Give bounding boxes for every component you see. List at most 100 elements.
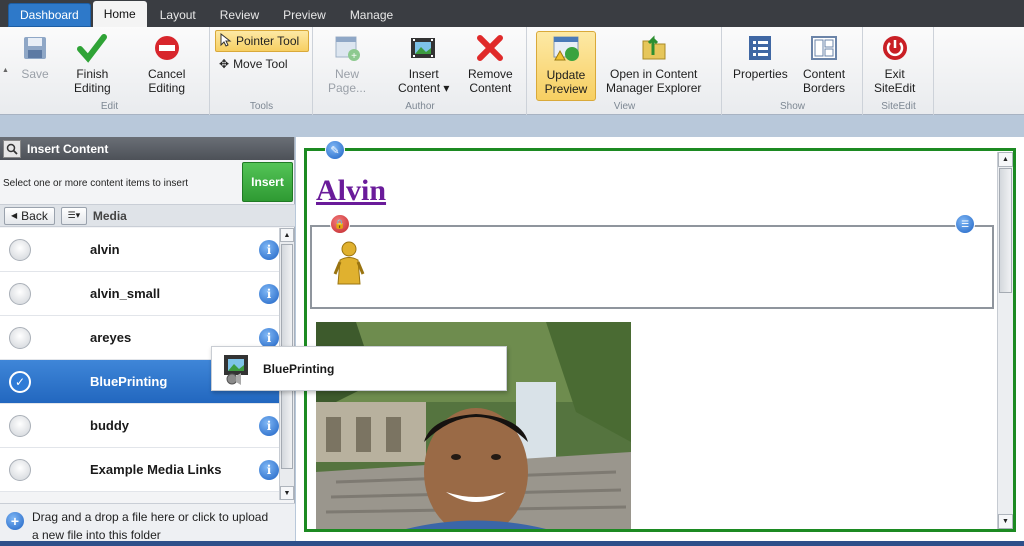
ribbon-divider-strip (0, 116, 1024, 136)
group-label-author: Author (405, 101, 435, 112)
open-cme-label-1: Open in Content (609, 67, 698, 81)
list-item[interactable]: buddy i (0, 404, 279, 448)
tab-review[interactable]: Review (209, 3, 270, 27)
bottom-border (0, 541, 1024, 546)
preview-scrollbar[interactable]: ▲ ▼ (997, 152, 1013, 529)
ribbon-collapse-icon[interactable]: ▲ (2, 67, 9, 74)
radio-button[interactable] (9, 282, 31, 305)
info-icon[interactable]: i (259, 239, 279, 260)
lock-icon[interactable]: 🔒 (330, 214, 350, 234)
person-icon (333, 240, 365, 286)
view-options-button[interactable]: ☰▾ (60, 206, 87, 225)
insert-content-panel: Insert Content Select one or more conten… (0, 137, 295, 546)
move-arrows-icon: ✥ (219, 57, 230, 71)
edit-pencil-icon[interactable]: ✎ (325, 140, 345, 160)
ribbon-group-show: Properties Content Borders Show (723, 27, 863, 115)
group-label-siteedit: SiteEdit (881, 101, 916, 112)
new-page-button[interactable]: + New Page... (324, 31, 370, 97)
breadcrumb: Media (92, 208, 127, 223)
finish-editing-label-2: Editing (74, 81, 111, 95)
item-name: BluePrinting (90, 374, 168, 389)
insert-button[interactable]: Insert (242, 162, 293, 202)
add-icon: + (6, 512, 24, 530)
film-image-icon (409, 33, 439, 63)
info-icon[interactable]: i (259, 459, 279, 480)
drag-preview: BluePrinting (211, 346, 507, 391)
finish-editing-button[interactable]: Finish Editing (70, 31, 115, 97)
properties-button[interactable]: Properties (729, 31, 792, 83)
list-item[interactable]: alvin_small i (0, 272, 279, 316)
scroll-down-icon[interactable]: ▼ (998, 514, 1013, 529)
upload-text-line-1: Drag and a drop a file here or click to … (32, 510, 269, 524)
properties-label: Properties (733, 67, 788, 81)
item-name: areyes (90, 330, 132, 345)
tab-dashboard[interactable]: Dashboard (8, 3, 91, 27)
ribbon-group-tools: Pointer Tool ✥ Move Tool Tools (211, 27, 313, 115)
checkmark-icon (77, 33, 108, 63)
upload-dropzone[interactable]: + Drag and a drop a file here or click t… (0, 503, 295, 546)
scroll-up-icon[interactable]: ▲ (280, 228, 294, 242)
radio-checked-icon[interactable]: ✓ (9, 370, 31, 393)
tab-manage[interactable]: Manage (339, 3, 404, 27)
item-name: Example Media Links (90, 462, 222, 477)
remove-content-label-1: Remove (468, 67, 513, 81)
ribbon: ▲ Save Finish Editing Cancel Editing Edi… (0, 27, 1024, 115)
radio-button[interactable] (9, 458, 31, 481)
list-dropdown-icon: ☰▾ (67, 210, 81, 220)
new-page-label-1: New (335, 67, 360, 81)
region-list-icon[interactable]: ☰ (955, 214, 975, 234)
radio-button[interactable] (9, 326, 31, 349)
update-preview-icon (551, 34, 581, 64)
group-label-view: View (613, 101, 636, 112)
select-instruction: Select one or more content items to inse… (3, 178, 189, 189)
update-preview-label-2: Preview (544, 82, 588, 96)
info-icon[interactable]: i (259, 327, 279, 348)
remove-content-button[interactable]: Remove Content (464, 31, 517, 97)
group-label-show: Show (779, 101, 805, 112)
open-in-content-manager-explorer-button[interactable]: Open in Content Manager Explorer (602, 31, 705, 97)
save-button[interactable]: Save (16, 31, 54, 83)
cancel-editing-button[interactable]: Cancel Editing (144, 31, 189, 97)
red-x-icon (475, 33, 505, 63)
scroll-down-icon[interactable]: ▼ (280, 486, 294, 500)
list-item[interactable]: alvin i (0, 228, 279, 272)
tab-preview[interactable]: Preview (272, 3, 337, 27)
info-icon[interactable]: i (259, 283, 279, 304)
update-preview-button[interactable]: Update Preview (536, 31, 596, 101)
region-box (310, 225, 994, 309)
exit-siteedit-button[interactable]: Exit SiteEdit (870, 31, 919, 97)
drag-item-name: BluePrinting (263, 361, 335, 376)
radio-button[interactable] (9, 414, 31, 437)
tab-home[interactable]: Home (92, 1, 147, 27)
list-item[interactable]: Example Media Links i (0, 448, 279, 492)
svg-text:+: + (351, 51, 357, 62)
ribbon-group-siteedit: Exit SiteEdit SiteEdit (864, 27, 934, 115)
panel-nav-bar: ◀ Back ☰▾ Media (0, 204, 295, 227)
ribbon-group-author: + New Page... Insert Content ▾ Remove Co… (314, 27, 527, 115)
insert-content-button[interactable]: Insert Content ▾ (394, 31, 453, 97)
scroll-up-icon[interactable]: ▲ (998, 152, 1013, 167)
content-borders-button[interactable]: Content Borders (799, 31, 849, 97)
panel-header: Insert Content (0, 137, 294, 160)
insert-content-label-1: Insert (408, 67, 439, 81)
floppy-disk-icon (20, 33, 50, 63)
tab-layout[interactable]: Layout (149, 3, 207, 27)
info-icon[interactable]: i (259, 415, 279, 436)
magnifier-icon[interactable] (3, 139, 21, 158)
move-tool-button[interactable]: ✥ Move Tool (215, 53, 309, 75)
power-icon (880, 33, 910, 63)
pointer-tool-button[interactable]: Pointer Tool (215, 30, 309, 52)
ribbon-group-edit: Save Finish Editing Cancel Editing Edit (10, 27, 210, 115)
update-preview-label-1: Update (546, 68, 586, 82)
item-name: buddy (90, 418, 129, 433)
radio-button[interactable] (9, 238, 31, 261)
content-borders-icon (809, 33, 839, 63)
content-borders-label-2: Borders (803, 81, 846, 95)
scroll-thumb[interactable] (999, 168, 1012, 293)
back-button[interactable]: ◀ Back (4, 206, 55, 225)
item-name: alvin (90, 242, 120, 257)
save-label: Save (21, 67, 49, 81)
back-label: Back (21, 208, 48, 223)
finish-editing-label-1: Finish (76, 67, 109, 81)
page-title-link[interactable]: Alvin (316, 174, 386, 208)
